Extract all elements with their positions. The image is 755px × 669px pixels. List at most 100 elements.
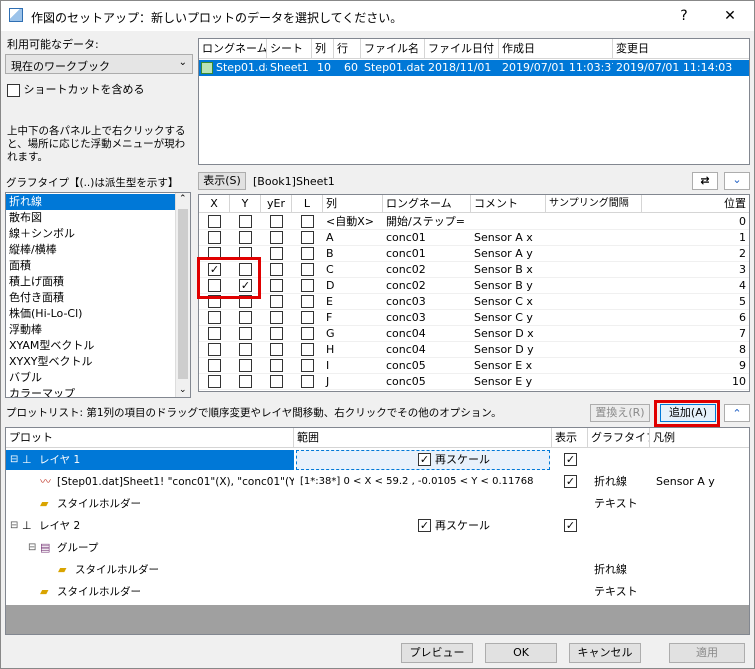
label-checkbox[interactable]	[301, 343, 314, 356]
column-row[interactable]: Iconc05 Sensor E x 9	[199, 358, 749, 374]
column-row[interactable]: Gconc04 Sensor D x 7	[199, 326, 749, 342]
label-checkbox[interactable]	[301, 279, 314, 292]
label-checkbox[interactable]	[301, 295, 314, 308]
label-checkbox[interactable]	[301, 375, 314, 388]
scroll-up-icon[interactable]: ⌃	[179, 194, 187, 204]
x-checkbox[interactable]	[208, 231, 221, 244]
plot-row[interactable]: ⊟ ⊥ レイヤ 2 ✓ 再スケール ✓	[6, 515, 749, 537]
label-checkbox[interactable]	[301, 311, 314, 324]
plot-type-item[interactable]: バブル	[6, 370, 175, 386]
scroll-thumb[interactable]	[178, 209, 188, 379]
plot-type-item[interactable]: XYXY型ベクトル	[6, 354, 175, 370]
column-row[interactable]: Fconc03 Sensor C y 6	[199, 310, 749, 326]
book-col-longname[interactable]: ロングネーム	[199, 39, 267, 58]
book-col-modified[interactable]: 変更日	[613, 39, 749, 58]
label-checkbox[interactable]	[301, 263, 314, 276]
yerr-checkbox[interactable]	[270, 295, 283, 308]
plot-type-item[interactable]: 株価(Hi-Lo-Cl)	[6, 306, 175, 322]
yerr-checkbox[interactable]	[270, 247, 283, 260]
column-row[interactable]: ✓ Cconc02 Sensor B x3	[199, 262, 749, 278]
replace-button[interactable]: 置換え(R)	[590, 404, 650, 422]
plot-type-item[interactable]: カラーマップ	[6, 386, 175, 397]
book-col-rows[interactable]: 行	[334, 39, 361, 58]
y-checkbox[interactable]	[239, 327, 252, 340]
plot-hdr-show[interactable]: 表示	[552, 428, 588, 447]
apply-button[interactable]: 適用	[669, 643, 745, 663]
label-checkbox[interactable]	[301, 327, 314, 340]
y-checkbox[interactable]	[239, 311, 252, 324]
show-button[interactable]: 表示(S)	[198, 172, 246, 190]
book-col-cols[interactable]: 列	[312, 39, 334, 58]
show-checkbox[interactable]: ✓	[564, 453, 577, 466]
plot-row[interactable]: 〰 [Step01.dat]Sheet1! "conc01"(X), "conc0…	[6, 471, 749, 493]
col-hdr-column[interactable]: 列	[323, 195, 383, 212]
column-row[interactable]: Hconc04 Sensor D y 8	[199, 342, 749, 358]
x-checkbox[interactable]	[208, 375, 221, 388]
plot-hdr-range[interactable]: 範囲	[294, 428, 552, 447]
label-checkbox[interactable]	[301, 231, 314, 244]
show-checkbox[interactable]: ✓	[564, 519, 577, 532]
yerr-checkbox[interactable]	[270, 215, 283, 228]
plot-type-item[interactable]: 折れ線	[6, 194, 175, 210]
book-row[interactable]: Step01.dat Sheet1 10 60 Step01.dat 2018/…	[199, 60, 749, 76]
col-hdr-comment[interactable]: コメント	[471, 195, 546, 212]
x-checkbox[interactable]	[208, 343, 221, 356]
book-col-created[interactable]: 作成日	[499, 39, 613, 58]
yerr-checkbox[interactable]	[270, 359, 283, 372]
col-hdr-longname[interactable]: ロングネーム	[383, 195, 471, 212]
column-row[interactable]: Econc03 Sensor C x 5	[199, 294, 749, 310]
column-row[interactable]: Jconc05 Sensor E y 10	[199, 374, 749, 390]
data-source-select[interactable]: 現在のワークブック ⌄	[5, 54, 193, 74]
yerr-checkbox[interactable]	[270, 375, 283, 388]
column-row[interactable]: Aconc01 Sensor A x 1	[199, 230, 749, 246]
y-checkbox[interactable]	[239, 359, 252, 372]
book-col-filedate[interactable]: ファイル日付	[425, 39, 499, 58]
yerr-checkbox[interactable]	[270, 231, 283, 244]
plot-type-item[interactable]: 面積	[6, 258, 175, 274]
plot-row[interactable]: ▰ スタイルホルダー テキスト	[6, 493, 749, 515]
book-col-sheet[interactable]: シート	[267, 39, 312, 58]
plot-row[interactable]: ⊟ ⊥ レイヤ 1 ✓ 再スケール ✓	[6, 449, 749, 471]
rescale-checkbox[interactable]: ✓	[418, 453, 431, 466]
plot-type-scrollbar[interactable]: ⌃ ⌄	[175, 193, 190, 397]
close-button[interactable]: ✕	[707, 1, 753, 31]
show-checkbox[interactable]: ✓	[564, 475, 577, 488]
include-shortcut-option[interactable]: ショートカットを含める	[7, 81, 145, 97]
help-button[interactable]: ?	[661, 1, 707, 31]
col-hdr-x[interactable]: X	[199, 195, 230, 212]
include-shortcut-checkbox[interactable]	[7, 83, 20, 97]
collapse-panel-icon[interactable]: ⌄	[724, 172, 750, 190]
x-checkbox[interactable]	[208, 215, 221, 228]
plot-type-item[interactable]: 線＋シンボル	[6, 226, 175, 242]
cancel-button[interactable]: キャンセル	[569, 643, 641, 663]
yerr-checkbox[interactable]	[270, 327, 283, 340]
y-checkbox[interactable]	[239, 375, 252, 388]
expand-panel-icon[interactable]: ⌃	[724, 404, 750, 422]
label-checkbox[interactable]	[301, 247, 314, 260]
yerr-checkbox[interactable]	[270, 311, 283, 324]
y-checkbox[interactable]	[239, 215, 252, 228]
plot-type-item[interactable]: 積上げ面積	[6, 274, 175, 290]
plot-row[interactable]: ⊟ ▤ グループ	[6, 537, 749, 559]
plot-type-item[interactable]: 色付き面積	[6, 290, 175, 306]
label-checkbox[interactable]	[301, 359, 314, 372]
y-checkbox[interactable]	[239, 231, 252, 244]
plot-hdr-plot[interactable]: プロット	[6, 428, 294, 447]
ok-button[interactable]: OK	[485, 643, 557, 663]
col-hdr-position[interactable]: 位置	[642, 195, 749, 212]
x-checkbox[interactable]	[208, 327, 221, 340]
yerr-checkbox[interactable]	[270, 263, 283, 276]
yerr-checkbox[interactable]	[270, 343, 283, 356]
column-row[interactable]: ✓ Dconc02 Sensor B y4	[199, 278, 749, 294]
plot-hdr-legend[interactable]: 凡例	[650, 428, 749, 447]
plot-row[interactable]: ▰ スタイルホルダー テキスト	[6, 581, 749, 603]
column-row[interactable]: <自動X> 開始/ステップ= 0	[199, 214, 749, 230]
scroll-down-icon[interactable]: ⌄	[179, 385, 187, 395]
x-checkbox[interactable]	[208, 311, 221, 324]
expander-icon[interactable]: ⊟	[10, 515, 18, 537]
plot-type-item[interactable]: 散布図	[6, 210, 175, 226]
yerr-checkbox[interactable]	[270, 279, 283, 292]
expander-icon[interactable]: ⊟	[28, 537, 36, 559]
expander-icon[interactable]: ⊟	[10, 449, 18, 471]
plot-hdr-type[interactable]: グラフタイプ	[588, 428, 650, 447]
